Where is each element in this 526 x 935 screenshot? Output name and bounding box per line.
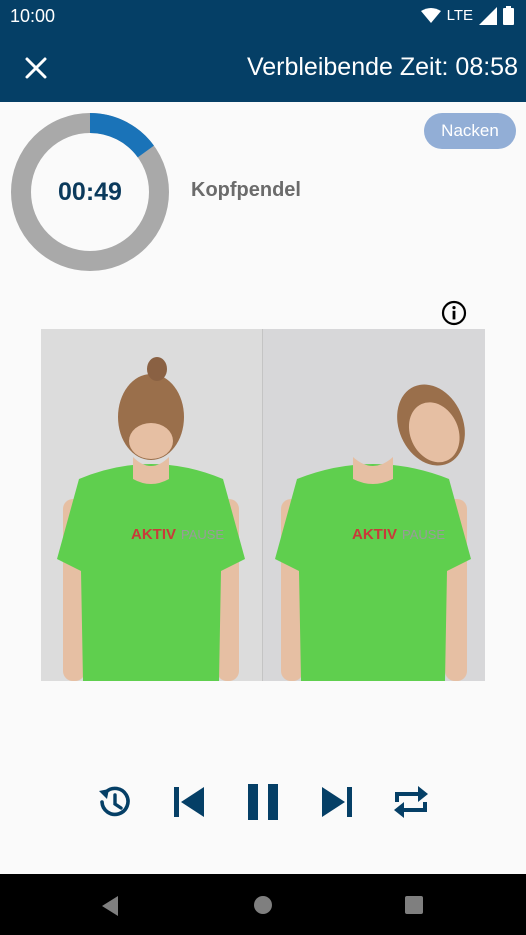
home-icon[interactable] (253, 895, 273, 915)
wifi-icon (420, 7, 441, 23)
navigation-bar (0, 874, 526, 935)
recents-icon[interactable] (404, 895, 424, 915)
category-chip[interactable]: Nacken (424, 113, 516, 149)
signal-icon (479, 6, 497, 25)
skip-previous-icon[interactable] (167, 780, 211, 824)
exercise-name: Kopfpendel (191, 179, 301, 201)
network-type: LTE (446, 7, 473, 24)
svg-text:PAUSE: PAUSE (181, 527, 224, 542)
status-time: 10:00 (10, 6, 56, 26)
info-icon[interactable] (441, 300, 467, 326)
remaining-time-title: Verbleibende Zeit: 08:58 (246, 53, 518, 81)
svg-text:AKTIV: AKTIV (352, 526, 397, 543)
back-icon[interactable] (100, 895, 120, 917)
timer-display: 00:49 (58, 177, 122, 206)
app-bar: Verbleibende Zeit: 08:58 (0, 32, 526, 102)
status-icons: LTE (420, 6, 514, 25)
exercise-photo: AKTIV PAUSE AKTIV PAUSE (41, 329, 485, 681)
svg-text:AKTIV: AKTIV (131, 526, 176, 543)
close-icon[interactable] (22, 54, 50, 82)
status-bar: 10:00 LTE (0, 0, 526, 32)
svg-text:PAUSE: PAUSE (402, 527, 445, 542)
pause-icon[interactable] (241, 780, 285, 824)
battery-icon (503, 6, 514, 25)
skip-next-icon[interactable] (315, 780, 359, 824)
restart-timer-icon[interactable] (93, 780, 137, 824)
repeat-icon[interactable] (389, 780, 433, 824)
